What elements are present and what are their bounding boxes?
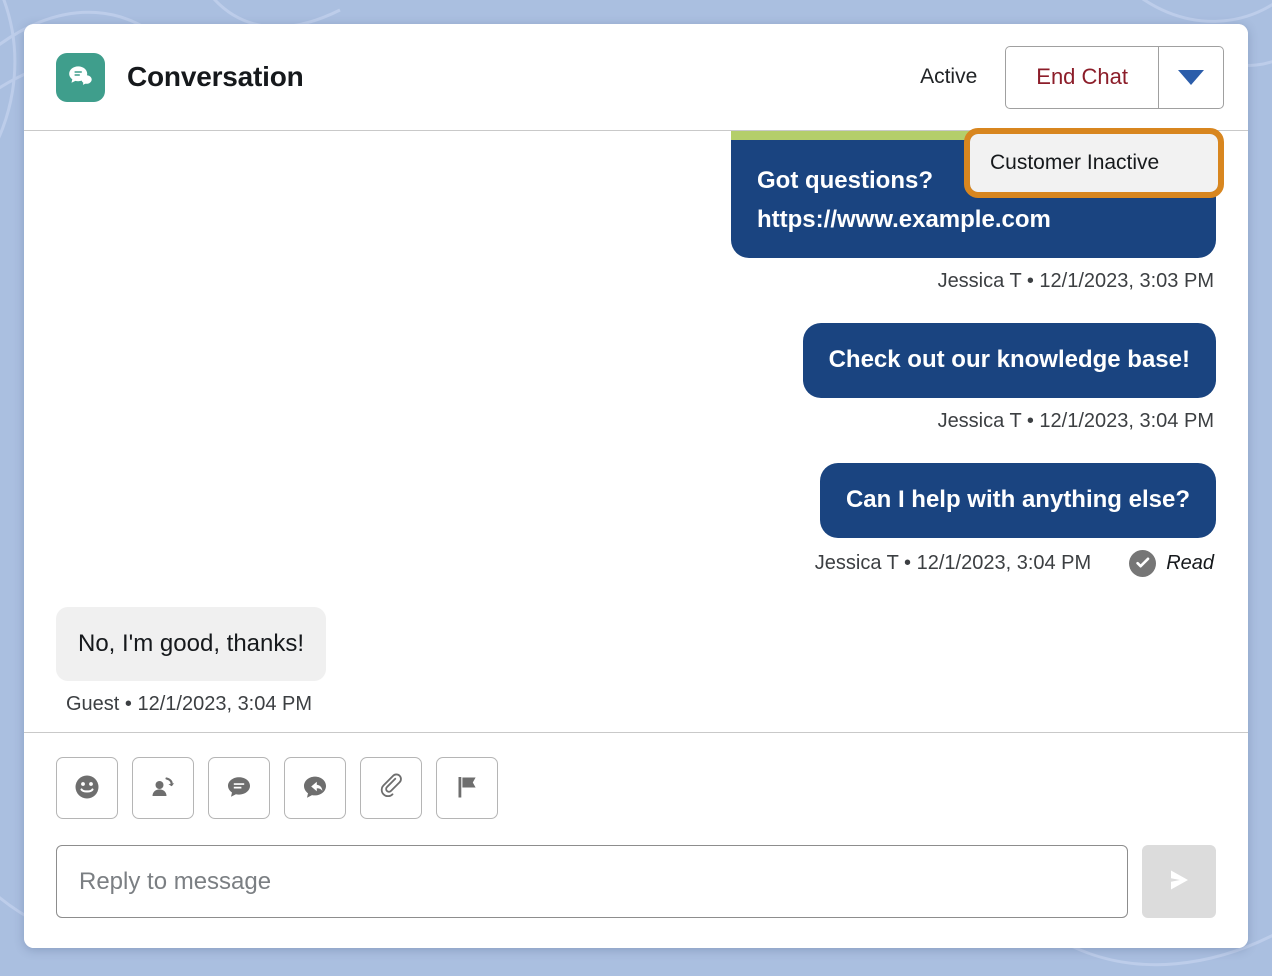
transfer-user-icon [148,772,178,805]
message-meta: Jessica T • 12/1/2023, 3:04 PM [938,410,1214,433]
conversation-header: Conversation Active End Chat Customer In… [24,24,1248,198]
header-brand: Conversation [56,52,920,102]
message-text-line2: https://www.example.com [757,205,1051,233]
end-chat-dropdown-toggle[interactable] [1158,45,1224,109]
transfer-user-button[interactable] [132,757,194,819]
conversation-window: Conversation Active End Chat Customer In… [24,24,1248,948]
end-conversation-icon [300,772,330,805]
message-meta: Jessica T • 12/1/2023, 3:04 PM Read [814,549,1214,577]
send-paper-plane-icon [1161,862,1197,901]
end-conversation-button[interactable] [284,757,346,819]
send-button[interactable] [1142,845,1216,918]
check-circle-icon [1129,549,1157,577]
header-actions: Active End Chat [920,45,1224,109]
message-meta-text: Jessica T • 12/1/2023, 3:04 PM [937,409,1214,432]
message-meta-text: Jessica T • 12/1/2023, 3:04 PM [814,551,1092,574]
status-badge: Active [920,65,978,88]
menu-item-customer-inactive[interactable]: Customer Inactive [970,134,1218,192]
message-meta-text: Guest • 12/1/2023, 3:04 PM [66,693,313,716]
composer-input-row [56,845,1216,918]
message-meta: Guest • 12/1/2023, 3:04 PM [66,693,312,716]
emoji-smiley-button[interactable] [56,757,118,819]
message-bubble-agent: Can I help with anything else? [819,462,1216,538]
read-receipt-label: Read [1166,551,1214,574]
end-chat-button[interactable]: End Chat [1005,45,1158,109]
reply-input[interactable] [56,845,1128,918]
page-title: Conversation [127,61,304,92]
flag-button[interactable] [436,757,498,819]
message-meta-text: Jessica T • 12/1/2023, 3:03 PM [937,269,1214,292]
message-composer [24,732,1248,948]
end-chat-button-group: End Chat [1005,45,1224,109]
message-row: Can I help with anything else? Jessica T… [56,462,1216,607]
emoji-smiley-icon [72,772,102,805]
message-bubble-agent: Check out our knowledge base! [802,322,1216,398]
attachment-paperclip-icon [376,772,406,805]
quick-text-button[interactable] [208,757,270,819]
flag-icon [452,772,482,805]
message-row: Check out our knowledge base! Jessica T … [56,322,1216,463]
attachment-button[interactable] [360,757,422,819]
chat-bubbles-icon [56,52,105,102]
composer-toolbar [56,757,1216,819]
message-bubble-guest: No, I'm good, thanks! [56,606,327,682]
chevron-down-icon [1178,69,1204,85]
message-list[interactable]: Got questions? https://www.example.com J… [24,131,1248,732]
message-meta: Jessica T • 12/1/2023, 3:03 PM [938,270,1214,293]
message-row: No, I'm good, thanks! Guest • 12/1/2023,… [56,606,1216,733]
read-receipt: Read [1129,549,1214,577]
end-chat-dropdown-menu[interactable]: Customer Inactive [964,128,1224,198]
quick-text-icon [224,772,254,805]
